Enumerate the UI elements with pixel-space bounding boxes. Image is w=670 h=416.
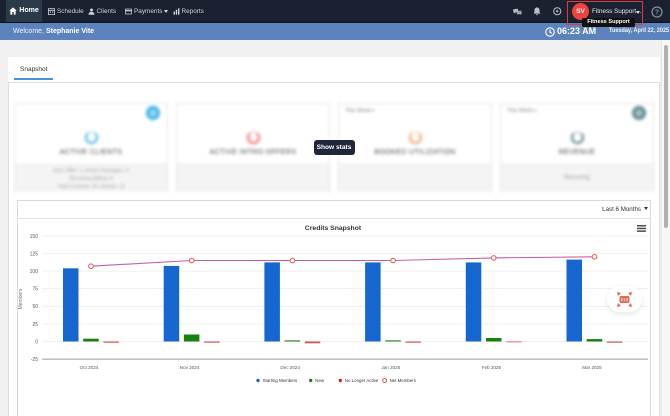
svg-text:Net Members: Net Members [390,378,417,383]
svg-text:150: 150 [30,234,39,240]
svg-text:Feb 2025: Feb 2025 [482,365,502,370]
svg-text:0: 0 [35,339,38,345]
svg-text:Starting Members: Starting Members [263,378,298,383]
svg-text:?: ? [655,9,659,16]
svg-text:Nov 2024: Nov 2024 [180,365,200,370]
svg-text:-25: -25 [31,357,38,363]
svg-text:125: 125 [30,251,39,257]
svg-text:No Longer Active: No Longer Active [345,378,379,383]
svg-text:Credits Snapshot: Credits Snapshot [305,225,362,232]
svg-text:100: 100 [30,269,39,275]
svg-text:Oct 2024: Oct 2024 [80,365,99,370]
svg-text:New: New [315,378,325,383]
svg-text:50: 50 [32,304,38,310]
svg-text:Jan 2025: Jan 2025 [381,365,400,370]
svg-text:Dec 2024: Dec 2024 [280,365,300,370]
svg-text:25: 25 [32,322,38,328]
svg-text:75: 75 [32,287,38,293]
svg-text:Members: Members [18,288,24,309]
svg-text:Mar 2025: Mar 2025 [582,365,602,370]
